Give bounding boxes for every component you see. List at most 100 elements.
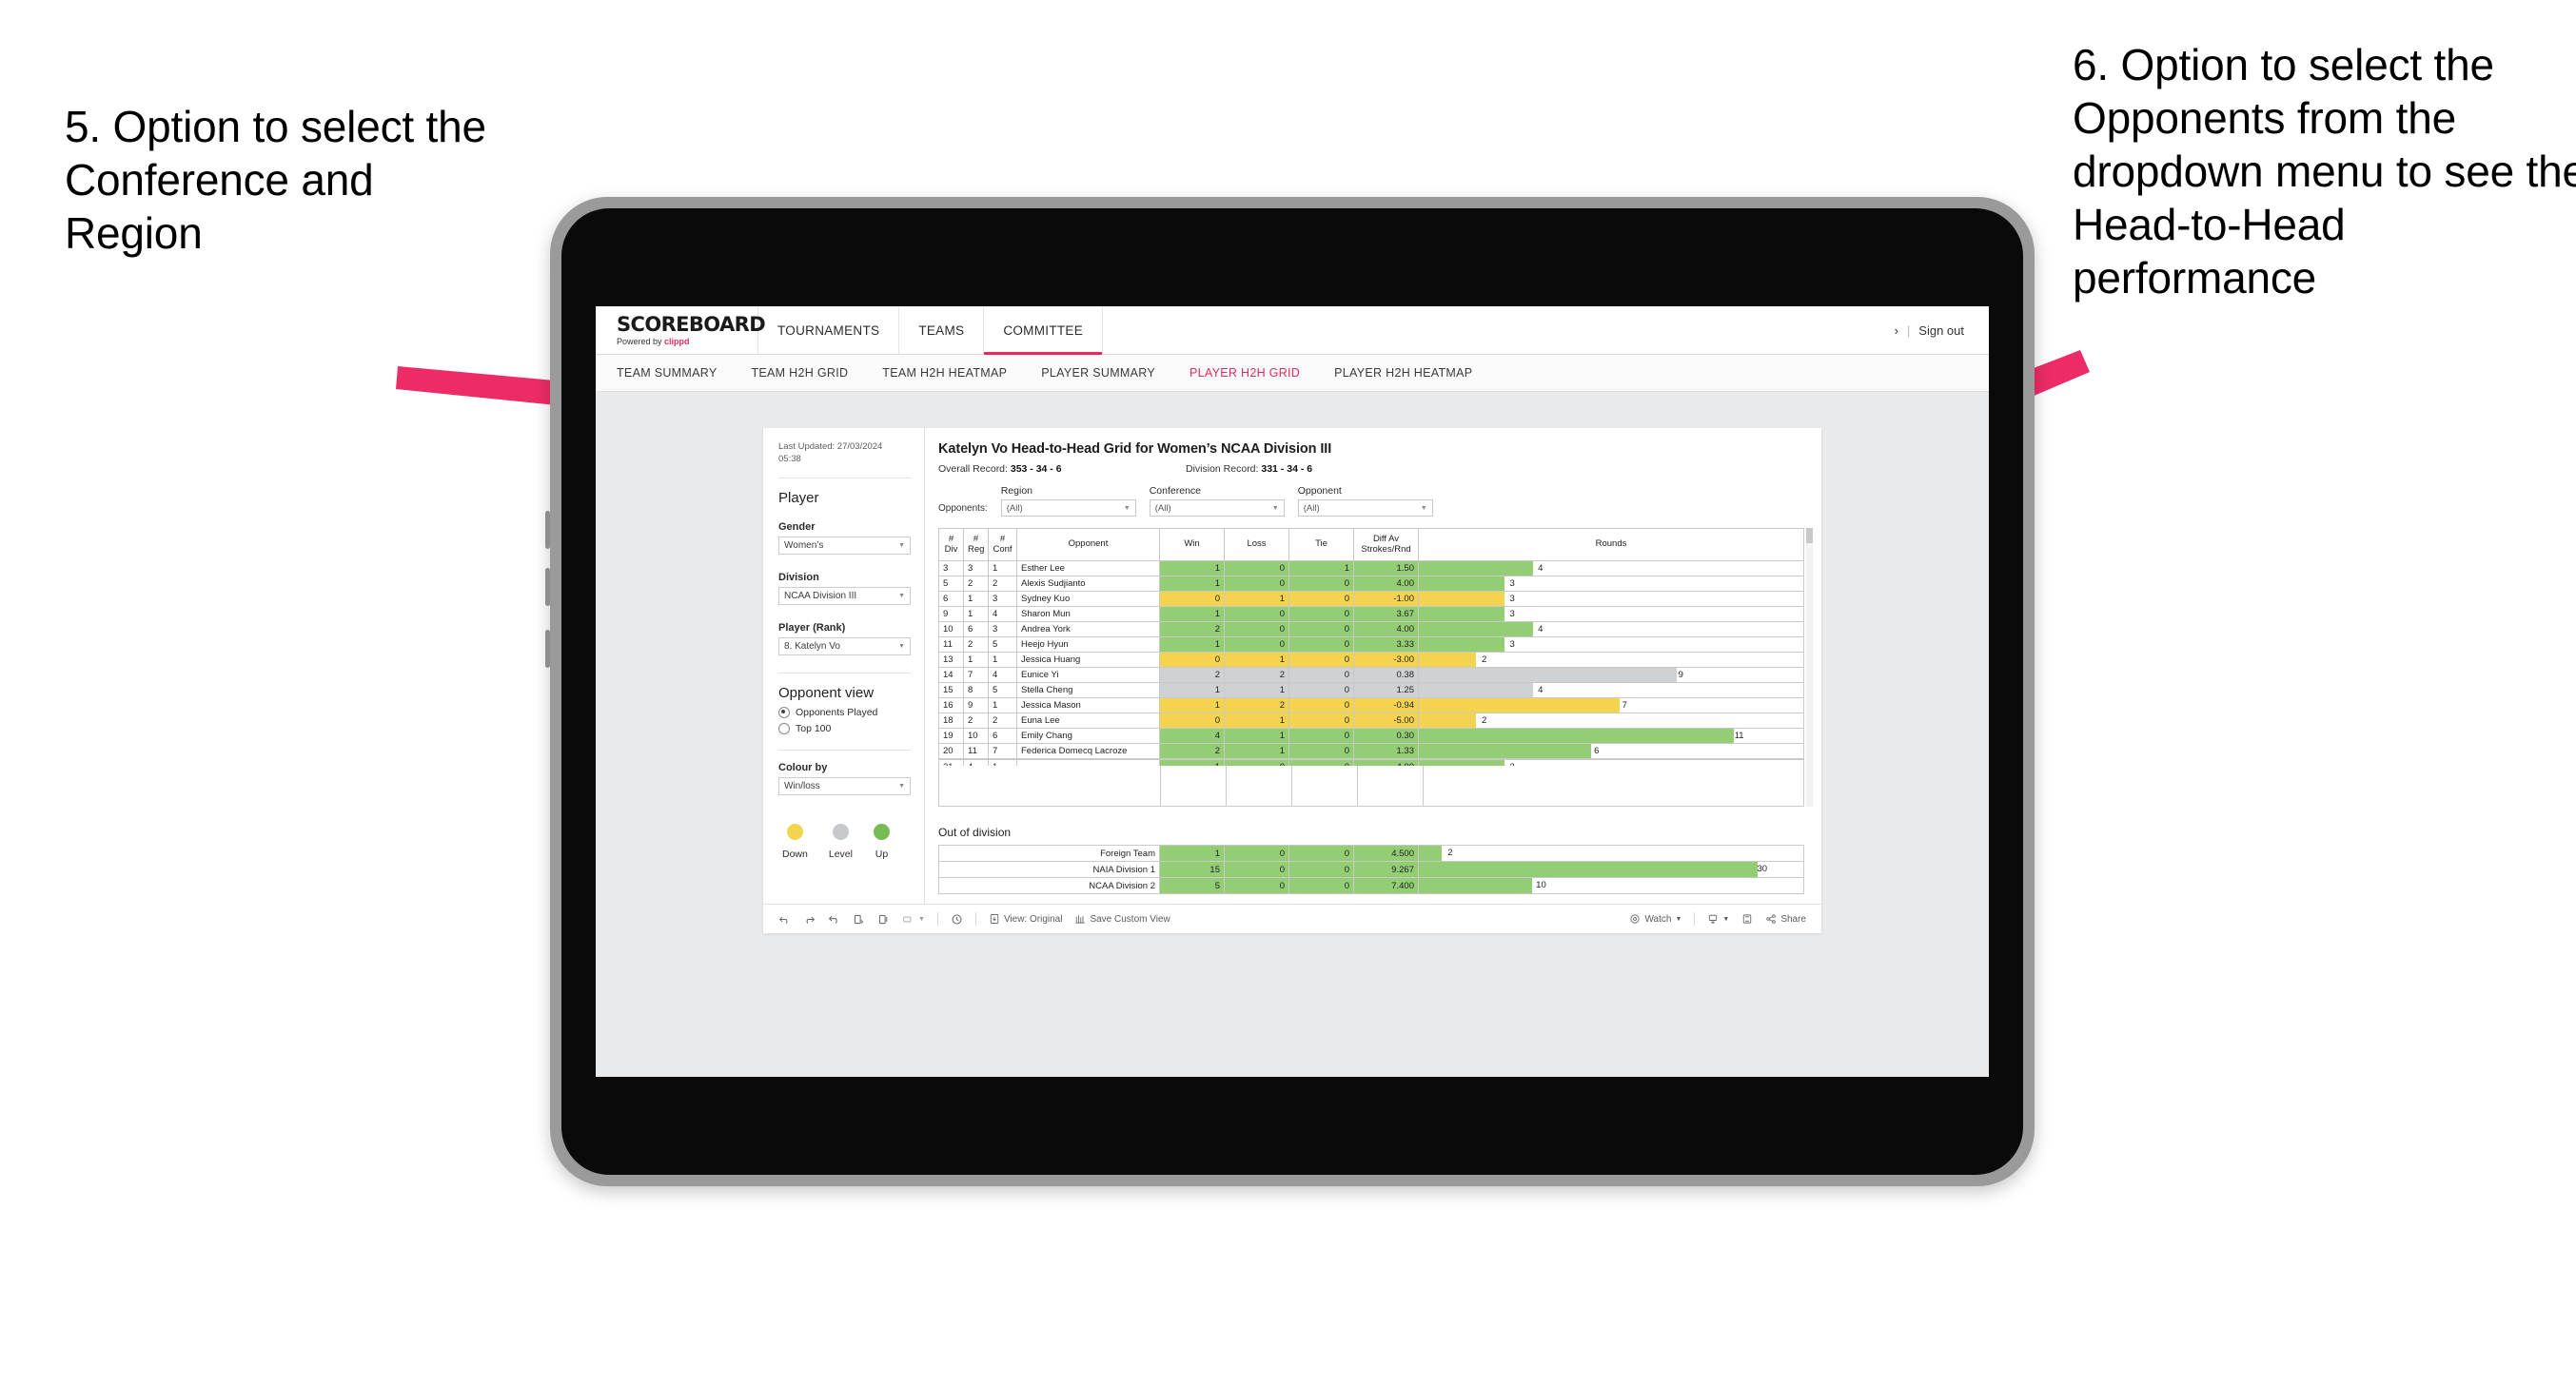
cell-div: 11 xyxy=(938,636,964,653)
refresh-button[interactable] xyxy=(853,913,865,926)
filter-region-dropdown[interactable]: (All) ▼ xyxy=(1000,499,1136,517)
player-rank-label: Player (Rank) xyxy=(778,621,846,634)
legend-item-level: Level xyxy=(829,823,853,860)
view-title: Katelyn Vo Head-to-Head Grid for Women’s… xyxy=(938,441,1332,457)
share-button[interactable]: Share xyxy=(1765,913,1806,925)
cell-reg: 10 xyxy=(963,728,989,744)
table-row[interactable]: 5 2 2 Alexis Sudjianto 1 0 0 4.00 3 xyxy=(938,576,1804,592)
pad-cell xyxy=(1292,766,1358,806)
table-row[interactable]: 20 11 7 Federica Domecq Lacroze 2 1 0 1.33 6 xyxy=(938,743,1804,759)
cell-opponent: Eunice Yi xyxy=(1016,667,1160,683)
cell-diff: -1.00 xyxy=(1353,591,1419,607)
table-row[interactable]: 3 3 1 Esther Lee 1 0 1 1.50 4 xyxy=(938,560,1804,576)
radio-top-100[interactable]: Top 100 xyxy=(778,722,911,734)
division-label: Division xyxy=(778,571,819,583)
redo-button[interactable] xyxy=(803,913,816,926)
cell-win: 1 xyxy=(1159,682,1225,698)
rounds-value: 6 xyxy=(1594,746,1600,756)
cell-rounds: 2 xyxy=(1418,845,1804,862)
cell-rounds: 3 xyxy=(1418,636,1804,653)
cell-opponent: Federica Domecq Lacroze xyxy=(1016,743,1160,759)
rounds-value: 4 xyxy=(1538,624,1544,634)
gender-dropdown[interactable]: Women’s ▼ xyxy=(778,536,911,555)
filter-region-value: (All) xyxy=(1006,502,1023,514)
table-row[interactable]: 16 9 1 Jessica Mason 1 2 0 -0.94 7 xyxy=(938,697,1804,713)
table-row[interactable]: NAIA Division 1 15 0 0 9.267 30 xyxy=(938,861,1804,878)
cell-win: 0 xyxy=(1159,652,1225,668)
cell-rounds: 7 xyxy=(1418,697,1804,713)
tablet-button-volume-down xyxy=(545,568,550,606)
rounds-bar xyxy=(1419,729,1735,743)
cell-rounds: 30 xyxy=(1418,861,1804,878)
cell-ood-name: Foreign Team xyxy=(938,845,1160,862)
download-button[interactable]: ▼ xyxy=(1707,913,1729,925)
cell-opponent: Euna Lee xyxy=(1016,713,1160,729)
device-layout-dropdown[interactable]: ▼ xyxy=(902,913,925,926)
cell-win: 15 xyxy=(1159,861,1225,878)
col-reg-l2: Reg xyxy=(968,543,985,555)
nav-item-tournaments[interactable]: TOURNAMENTS xyxy=(758,306,900,354)
grid-scrollbar-track[interactable] xyxy=(1806,528,1813,807)
divider xyxy=(778,749,911,751)
view-original-button[interactable]: View: Original xyxy=(989,913,1062,925)
col-div-l2: Div xyxy=(944,543,958,555)
table-row[interactable]: 9 1 4 Sharon Mun 1 0 0 3.67 3 xyxy=(938,606,1804,622)
cell-conf: 5 xyxy=(988,636,1017,653)
table-row[interactable]: 14 7 4 Eunice Yi 2 2 0 0.38 9 xyxy=(938,667,1804,683)
sign-out-link[interactable]: Sign out xyxy=(1918,323,1964,338)
rounds-bar xyxy=(1419,862,1758,877)
filter-opponent-dropdown[interactable]: (All) ▼ xyxy=(1297,499,1433,517)
rounds-bar xyxy=(1419,744,1591,758)
col-div-l1: # xyxy=(948,533,954,544)
workbook-toolbar: ▼ View: Original Save Custom View Watch ▼… xyxy=(763,904,1821,933)
subnav-item-team-summary[interactable]: TEAM SUMMARY xyxy=(617,366,717,380)
rounds-bar xyxy=(1419,668,1678,682)
chevron-down-icon: ▼ xyxy=(898,782,905,790)
subnav-item-team-h2h-grid[interactable]: TEAM H2H GRID xyxy=(751,366,848,380)
undo-button[interactable] xyxy=(778,913,791,926)
grid-scrollbar-thumb[interactable] xyxy=(1806,528,1813,543)
brand-logo[interactable]: SCOREBOARD Powered by clippd xyxy=(596,306,766,354)
cell-rounds: 3 xyxy=(1418,591,1804,607)
col-reg: # Reg xyxy=(963,528,989,561)
division-dropdown[interactable]: NCAA Division III ▼ xyxy=(778,586,911,605)
table-row[interactable]: 19 10 6 Emily Chang 4 1 0 0.30 11 xyxy=(938,728,1804,744)
nav-item-committee[interactable]: COMMITTEE xyxy=(984,306,1104,355)
table-row[interactable]: Foreign Team 1 0 0 4.500 2 xyxy=(938,845,1804,862)
table-row[interactable]: 18 2 2 Euna Lee 0 1 0 -5.00 2 xyxy=(938,713,1804,729)
revert-button[interactable] xyxy=(828,913,840,926)
cell-rounds: 2 xyxy=(1418,713,1804,729)
pause-auto-updates-button[interactable] xyxy=(951,913,963,926)
chevron-right-icon[interactable]: › xyxy=(1895,323,1898,338)
filter-conference-dropdown[interactable]: (All) ▼ xyxy=(1149,499,1285,517)
fullscreen-button[interactable] xyxy=(1741,913,1753,925)
cell-reg: 1 xyxy=(963,652,989,668)
colour-by-label: Colour by xyxy=(778,761,828,773)
table-row[interactable]: 6 1 3 Sydney Kuo 0 1 0 -1.00 3 xyxy=(938,591,1804,607)
table-row[interactable]: 11 2 5 Heejo Hyun 1 0 0 3.33 3 xyxy=(938,636,1804,653)
cell-diff: 0.30 xyxy=(1353,728,1419,744)
colour-by-dropdown[interactable]: Win/loss ▼ xyxy=(778,776,911,795)
h2h-grid-table: # Div # Reg # Conf Opponent Win Loss Tie Di… xyxy=(938,528,1804,759)
colour-legend: Down Level Up xyxy=(778,823,911,860)
subnav-item-team-h2h-heatmap[interactable]: TEAM H2H HEATMAP xyxy=(882,366,1007,380)
subnav-item-player-summary[interactable]: PLAYER SUMMARY xyxy=(1041,366,1155,380)
radio-opponents-played[interactable]: Opponents Played xyxy=(778,706,911,718)
table-row[interactable]: 15 8 5 Stella Cheng 1 1 0 1.25 4 xyxy=(938,682,1804,698)
table-row[interactable]: NCAA Division 2 5 0 0 7.400 10 xyxy=(938,877,1804,894)
radio-label: Opponents Played xyxy=(796,706,878,718)
nav-item-teams[interactable]: TEAMS xyxy=(899,306,985,354)
player-rank-dropdown[interactable]: 8. Katelyn Vo ▼ xyxy=(778,636,911,655)
table-row[interactable]: 13 1 1 Jessica Huang 0 1 0 -3.00 2 xyxy=(938,652,1804,668)
subnav-item-player-h2h-grid[interactable]: PLAYER H2H GRID xyxy=(1190,366,1300,380)
filter-conference-label: Conference xyxy=(1149,485,1202,497)
chevron-down-icon: ▼ xyxy=(1420,504,1427,512)
save-custom-view-button[interactable]: Save Custom View xyxy=(1074,913,1170,925)
filter-opponent: Opponent (All) ▼ xyxy=(1297,485,1433,517)
subnav-item-player-h2h-heatmap[interactable]: PLAYER H2H HEATMAP xyxy=(1334,366,1472,380)
watch-button[interactable]: Watch ▼ xyxy=(1629,913,1681,925)
col-diff: Diff Av Strokes/Rnd xyxy=(1353,528,1419,561)
pause-button[interactable] xyxy=(877,913,890,926)
table-row[interactable]: 10 6 3 Andrea York 2 0 0 4.00 4 xyxy=(938,621,1804,637)
rounds-value: 3 xyxy=(1509,578,1515,589)
